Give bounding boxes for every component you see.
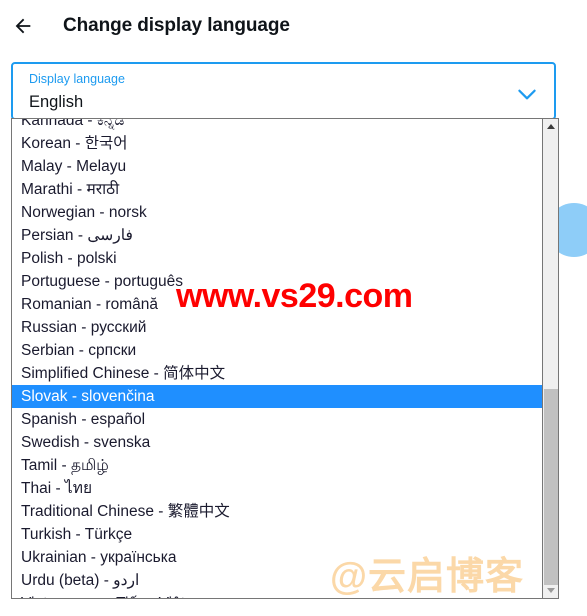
language-option[interactable]: Spanish - español (12, 408, 543, 431)
language-option[interactable]: Portuguese - português (12, 270, 543, 293)
language-option[interactable]: Norwegian - norsk (12, 201, 543, 224)
language-option[interactable]: Turkish - Türkçe (12, 523, 543, 546)
scrollbar-thumb[interactable] (544, 389, 558, 585)
language-option[interactable]: Slovak - slovenčina (12, 385, 543, 408)
language-option[interactable]: Polish - polski (12, 247, 543, 270)
triangle-down-icon[interactable] (543, 583, 558, 598)
language-option[interactable]: Simplified Chinese - 简体中文 (12, 362, 543, 385)
triangle-up-icon[interactable] (543, 119, 558, 134)
arrow-left-icon (12, 15, 34, 37)
language-option[interactable]: Russian - русский (12, 316, 543, 339)
language-option[interactable]: Tamil - தமிழ் (12, 454, 543, 477)
language-option[interactable]: Marathi - मराठी (12, 178, 543, 201)
dropdown-scrollbar[interactable] (542, 119, 558, 598)
language-dropdown-list[interactable]: Kannada - ಕನ್ನಡ Korean - 한국어 Malay - Melay… (11, 118, 559, 599)
language-option[interactable]: Korean - 한국어 (12, 132, 543, 155)
back-button[interactable] (6, 9, 40, 43)
language-option[interactable]: Swedish - svenska (12, 431, 543, 454)
language-option[interactable]: Vietnamese - Tiếng Việt (12, 592, 543, 598)
display-language-label: Display language (29, 72, 125, 86)
chevron-down-icon[interactable] (514, 81, 540, 107)
language-option[interactable]: Traditional Chinese - 繁體中文 (12, 500, 543, 523)
page-header: Change display language (0, 0, 587, 52)
display-language-value: English (29, 93, 84, 111)
language-option[interactable]: Persian - فارسی (12, 224, 543, 247)
language-option[interactable]: Ukrainian - українська (12, 546, 543, 569)
display-language-select[interactable]: Display language English (11, 62, 556, 120)
language-option[interactable]: Malay - Melayu (12, 155, 543, 178)
language-option[interactable]: Kannada - ಕನ್ನಡ (12, 119, 543, 132)
language-option[interactable]: Thai - ไทย (12, 477, 543, 500)
language-option-list[interactable]: Kannada - ಕನ್ನಡ Korean - 한국어 Malay - Melay… (12, 119, 543, 598)
language-option[interactable]: Romanian - română (12, 293, 543, 316)
language-option[interactable]: Urdu (beta) - اردو (12, 569, 543, 592)
page-title: Change display language (63, 15, 290, 36)
language-option[interactable]: Serbian - српски (12, 339, 543, 362)
